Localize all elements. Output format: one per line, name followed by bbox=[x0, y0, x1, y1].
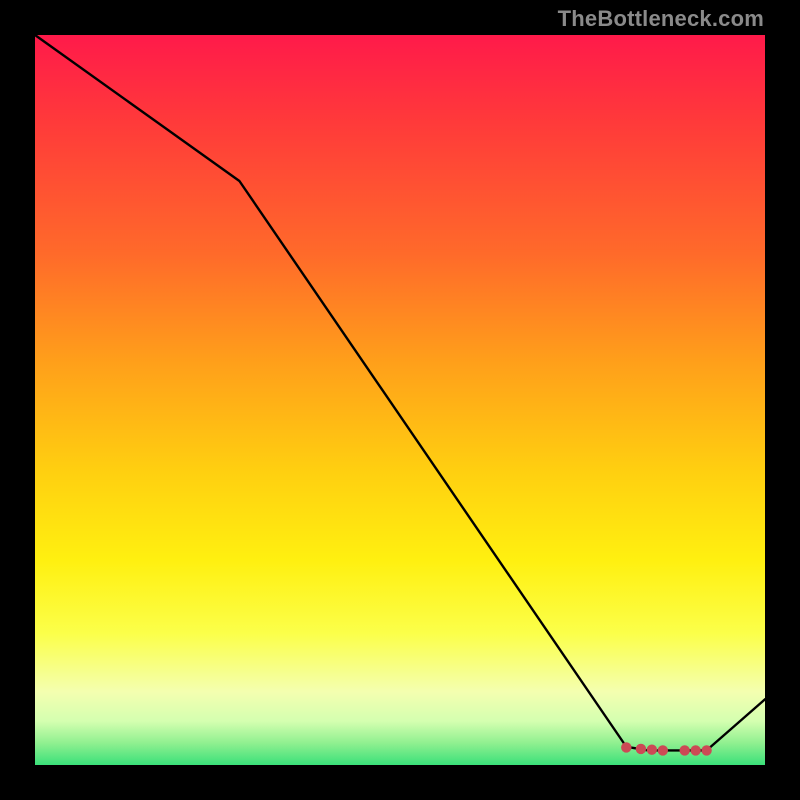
chart-marker bbox=[701, 745, 711, 755]
chart-line bbox=[35, 35, 765, 750]
watermark-text: TheBottleneck.com bbox=[558, 6, 764, 32]
chart-marker bbox=[680, 745, 690, 755]
chart-marker bbox=[658, 745, 668, 755]
chart-marker bbox=[690, 745, 700, 755]
chart-marker bbox=[647, 744, 657, 754]
chart-svg bbox=[35, 35, 765, 765]
chart-frame: TheBottleneck.com bbox=[0, 0, 800, 800]
chart-line-group bbox=[35, 35, 765, 750]
plot-area bbox=[35, 35, 765, 765]
chart-marker bbox=[636, 744, 646, 754]
chart-marker bbox=[621, 742, 631, 752]
